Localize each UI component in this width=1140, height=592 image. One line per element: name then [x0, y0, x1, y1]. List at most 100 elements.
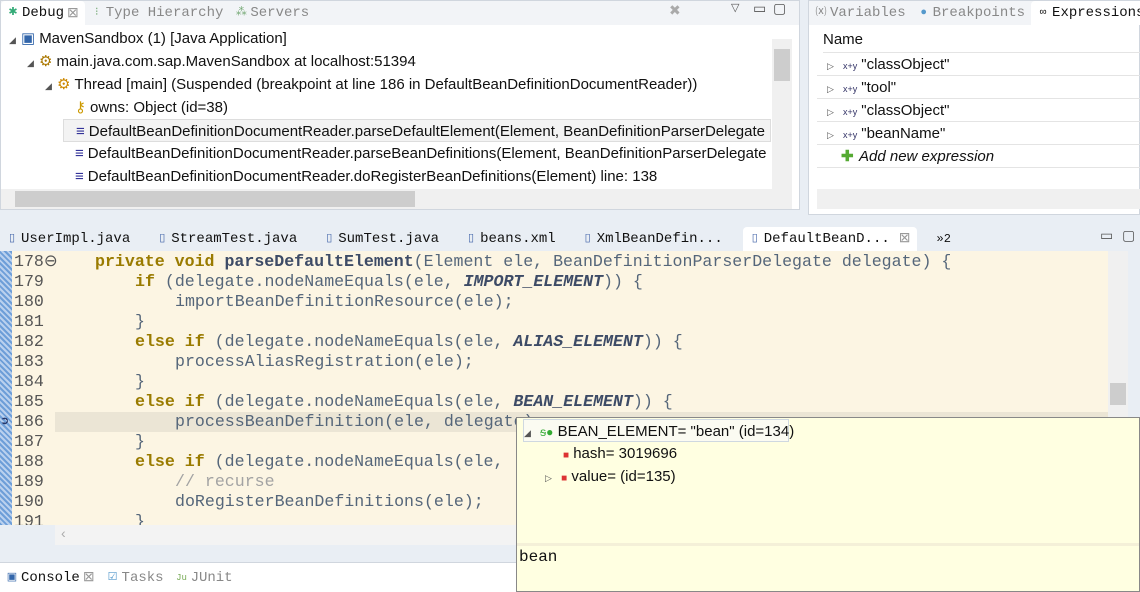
tab-type-hierarchy[interactable]: ⁝ Type Hierarchy [85, 1, 230, 25]
line-number: 189 [14, 472, 44, 491]
line-number: 185 [14, 392, 44, 411]
stack-frame-icon: ≡ [76, 123, 85, 140]
close-icon[interactable]: ⊠ [83, 569, 95, 586]
debug-tabbar: ✱ Debug ⊠ ⁝ Type Hierarchy ⁂ Servers ✖ ▽ ▭ ▢ [1, 1, 799, 25]
add-expression-row[interactable]: ✚ Add new expression [817, 145, 1140, 168]
editor-tab[interactable]: ▯ beans.xml [459, 227, 562, 251]
java-app-icon: ▣ [21, 30, 36, 47]
name-column-header[interactable]: Name [823, 31, 1140, 53]
java-file-icon: ▯ [751, 232, 758, 245]
debug-tree-item[interactable]: ≡ DefaultBeanDefinitionDocumentReader.par… [63, 119, 771, 142]
bug-icon: ✱ [8, 7, 18, 19]
code-line: if (delegate.nodeNameEquals(ele, IMPORT_… [135, 272, 643, 291]
tab-breakpoints[interactable]: ● Breakpoints [912, 1, 1031, 25]
junit-icon: Ju [176, 572, 187, 583]
expression-item[interactable]: ▷ x+y "classObject" [817, 53, 1140, 76]
tab-expressions[interactable]: ∞ Expressions [1031, 1, 1140, 25]
editor-minimize-icon[interactable]: ▭ [1100, 228, 1113, 245]
tab-servers[interactable]: ⁂ Servers [229, 1, 315, 25]
expression-item[interactable]: ▷ x+y "tool" [817, 76, 1140, 99]
line-number: 190 [14, 492, 44, 511]
code-line: private void parseDefaultElement(Element… [95, 252, 952, 271]
line-number: 191 [14, 512, 44, 525]
stack-frame-icon: ≡ [75, 145, 84, 162]
tab-tasks[interactable]: ☑ Tasks [101, 566, 170, 590]
debug-tree-item[interactable]: ◢ ▣ MavenSandbox (1) [Java Application] [9, 27, 287, 50]
hover-root-row[interactable]: ◢ ᵴ● BEAN_ELEMENT= "bean" (id=134) [523, 419, 794, 445]
stack-frame-icon: ≡ [75, 168, 84, 185]
expression-item[interactable]: ▷ x+y "beanName" [817, 122, 1140, 145]
view-menu-icon[interactable]: ▽ [731, 1, 739, 15]
line-number: 183 [14, 352, 44, 371]
collapse-arrow-icon[interactable]: ◢ [45, 75, 57, 98]
debug-target-icon: ⚙ [39, 53, 53, 70]
debug-hscrollbar[interactable] [1, 189, 792, 209]
line-number: 180 [14, 292, 44, 311]
remove-terminated-icon[interactable]: ✖ [669, 3, 681, 20]
expressions-hscrollbar[interactable] [817, 189, 1140, 209]
tab-debug[interactable]: ✱ Debug ⊠ [1, 1, 85, 25]
debug-tree-item[interactable]: ◢ ⚙ Thread [main] (Suspended (breakpoint a… [45, 73, 697, 96]
editor-tab[interactable]: ▯ SumTest.java [317, 227, 445, 251]
maximize-icon[interactable]: ▢ [773, 1, 786, 18]
console-icon: ▣ [6, 571, 18, 584]
editor-tab[interactable]: ▯ UserImpl.java [0, 227, 136, 251]
line-number: 186 [14, 412, 44, 431]
expand-arrow-icon[interactable]: ▷ [545, 467, 557, 490]
collapse-arrow-icon[interactable]: ◢ [9, 29, 21, 52]
expand-arrow-icon[interactable]: ▷ [827, 101, 839, 124]
line-number: 184 [14, 372, 44, 391]
code-line: else if (delegate.nodeNameEquals(ele, BE… [135, 392, 673, 411]
editor-tab[interactable]: ▯ XmlBeanDefin... [576, 227, 729, 251]
instruction-pointer-icon: ➲ [0, 415, 10, 427]
hover-child-hash[interactable]: ■ hash= 3019696 [563, 442, 677, 465]
code-line: } [135, 512, 145, 525]
expressions-icon: ∞ [1039, 7, 1047, 19]
code-line: doRegisterBeanDefinitions(ele); [175, 492, 484, 511]
code-line: else if (delegate.nodeNameEquals(ele, AL… [135, 332, 683, 351]
collapse-arrow-icon[interactable]: ◢ [27, 52, 39, 75]
breakpoints-icon: ● [920, 7, 927, 19]
servers-icon: ⁂ [235, 7, 247, 19]
static-final-field-icon: ᵴ● [540, 425, 554, 439]
more-tabs-button[interactable]: »2 [937, 232, 951, 246]
variable-hover-popup: ◢ ᵴ● BEAN_ELEMENT= "bean" (id=134) ■ has… [516, 417, 1140, 592]
java-file-icon: ▯ [159, 232, 166, 245]
hover-detail-pane[interactable]: bean [517, 543, 1139, 591]
line-number: 179 [14, 272, 44, 291]
java-file-icon: ▯ [326, 232, 333, 245]
editor-tabbar: ▯ UserImpl.java ▯ StreamTest.java ▯ SumTest.j… [0, 226, 1140, 251]
editor-maximize-icon[interactable]: ▢ [1122, 228, 1135, 245]
java-file-icon: ▯ [8, 232, 16, 245]
debug-tree-item[interactable]: ◢ ⚙ main.java.com.sap.MavenSandbox at loca… [27, 50, 416, 73]
debug-vscrollbar[interactable] [772, 39, 792, 189]
debug-panel: ✱ Debug ⊠ ⁝ Type Hierarchy ⁂ Servers ✖ ▽ ▭ ▢… [0, 0, 800, 210]
expand-arrow-icon[interactable]: ▷ [827, 55, 839, 78]
line-number: 188 [14, 452, 44, 471]
debug-tree-item[interactable]: ⚷ owns: Object (id=38) [63, 96, 228, 119]
expression-item[interactable]: ▷ x+y "classObject" [817, 99, 1140, 122]
code-line: processAliasRegistration(ele); [175, 352, 474, 371]
editor-tab[interactable]: ▯ DefaultBeanD... ⊠ [742, 226, 917, 251]
editor-tab[interactable]: ▯ StreamTest.java [150, 227, 303, 251]
tab-variables[interactable]: ⒳ Variables [809, 1, 912, 25]
expand-arrow-icon[interactable]: ▷ [827, 78, 839, 101]
debug-tree-item[interactable]: ≡ DefaultBeanDefinitionDocumentReader.par… [63, 142, 767, 165]
variables-icon: ⒳ [815, 7, 827, 19]
hover-child-value[interactable]: ▷ ■ value= (id=135) [545, 465, 676, 488]
close-icon[interactable]: ⊠ [899, 230, 911, 247]
minimize-icon[interactable]: ▭ [753, 1, 766, 18]
code-line: } [135, 372, 145, 391]
close-icon[interactable]: ⊠ [67, 5, 79, 22]
field-icon: ■ [563, 450, 570, 461]
tab-console[interactable]: ▣ Console ⊠ [0, 565, 101, 590]
expand-arrow-icon[interactable]: ▷ [827, 124, 839, 147]
debug-tree-item[interactable]: ≡ DefaultBeanDefinitionDocumentReader.doR… [63, 165, 657, 188]
watch-expression-icon: x+y [843, 130, 858, 140]
tab-junit[interactable]: Ju JUnit [170, 566, 239, 590]
breakpoint-ruler [0, 251, 12, 525]
line-number: 181 [14, 312, 44, 331]
hierarchy-icon: ⁝ [95, 7, 99, 19]
collapse-arrow-icon[interactable]: ◢ [524, 422, 536, 445]
watch-expression-icon: x+y [843, 61, 858, 71]
